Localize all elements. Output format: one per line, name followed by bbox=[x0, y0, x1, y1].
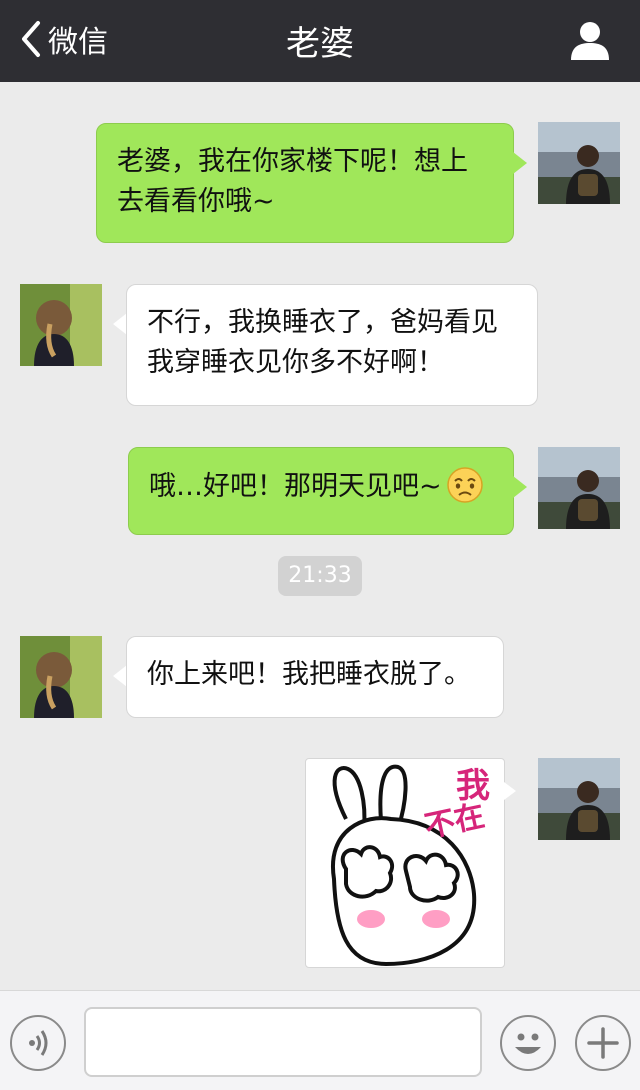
message-text: 哦…好吧！那明天见吧~ bbox=[149, 471, 442, 502]
back-label: 微信 bbox=[48, 25, 108, 60]
bubble-tail bbox=[504, 782, 516, 800]
message-bubble-received[interactable]: 不行，我换睡衣了，爸妈看见 我穿睡衣见你多不好啊！ bbox=[126, 284, 538, 406]
chevron-left-icon bbox=[22, 21, 40, 57]
sticker-text-bottom: 不在 bbox=[422, 798, 488, 845]
voice-icon bbox=[29, 1030, 48, 1056]
bubble-tail bbox=[113, 313, 127, 335]
timestamp: 21:33 bbox=[278, 556, 362, 596]
message-input[interactable] bbox=[84, 1007, 482, 1077]
message-bubble-received[interactable]: 你上来吧！我把睡衣脱了。 bbox=[126, 636, 504, 718]
profile-button[interactable] bbox=[568, 18, 612, 62]
bubble-tail bbox=[513, 476, 527, 498]
contact-avatar[interactable] bbox=[20, 284, 102, 366]
contact-avatar[interactable] bbox=[20, 636, 102, 718]
smiley-icon bbox=[515, 1033, 541, 1054]
message-text: 我穿睡衣见你多不好啊！ bbox=[147, 347, 444, 378]
input-bar bbox=[0, 990, 640, 1090]
message-text: 去看看你哦~ bbox=[117, 186, 275, 217]
sticker-message[interactable]: 我 不在 bbox=[305, 758, 505, 968]
back-button[interactable]: 微信 bbox=[18, 14, 108, 64]
message-text: 你上来吧！我把睡衣脱了。 bbox=[147, 659, 471, 690]
avatar-image bbox=[538, 758, 620, 840]
avatar-image bbox=[538, 122, 620, 204]
chat-area: 老婆，我在你家楼下呢！想上 去看看你哦~ 不行，我换睡衣了，爸妈看见 我穿睡衣见… bbox=[0, 82, 640, 990]
more-button[interactable] bbox=[575, 1015, 631, 1071]
avatar-image bbox=[538, 447, 620, 529]
avatar-image bbox=[20, 636, 102, 718]
my-avatar[interactable] bbox=[538, 447, 620, 529]
bunny-sticker-image: 我 不在 bbox=[330, 764, 490, 967]
worried-emoji-icon bbox=[446, 467, 483, 503]
message-bubble-sent[interactable]: 老婆，我在你家楼下呢！想上 去看看你哦~ bbox=[96, 123, 514, 243]
chat-title: 老婆 bbox=[286, 24, 354, 64]
voice-button[interactable] bbox=[10, 1015, 66, 1071]
person-icon bbox=[571, 22, 609, 60]
emoji-button[interactable] bbox=[500, 1015, 556, 1071]
bubble-tail bbox=[113, 665, 127, 687]
my-avatar[interactable] bbox=[538, 122, 620, 204]
message-text: 不行，我换睡衣了，爸妈看见 bbox=[147, 307, 498, 338]
bubble-tail bbox=[513, 152, 527, 174]
message-text: 老婆，我在你家楼下呢！想上 bbox=[117, 146, 468, 177]
avatar-image bbox=[20, 284, 102, 366]
message-bubble-sent[interactable]: 哦…好吧！那明天见吧~ bbox=[128, 447, 514, 535]
plus-icon bbox=[587, 1027, 619, 1059]
my-avatar[interactable] bbox=[538, 758, 620, 840]
nav-bar: 微信 老婆 bbox=[0, 0, 640, 82]
